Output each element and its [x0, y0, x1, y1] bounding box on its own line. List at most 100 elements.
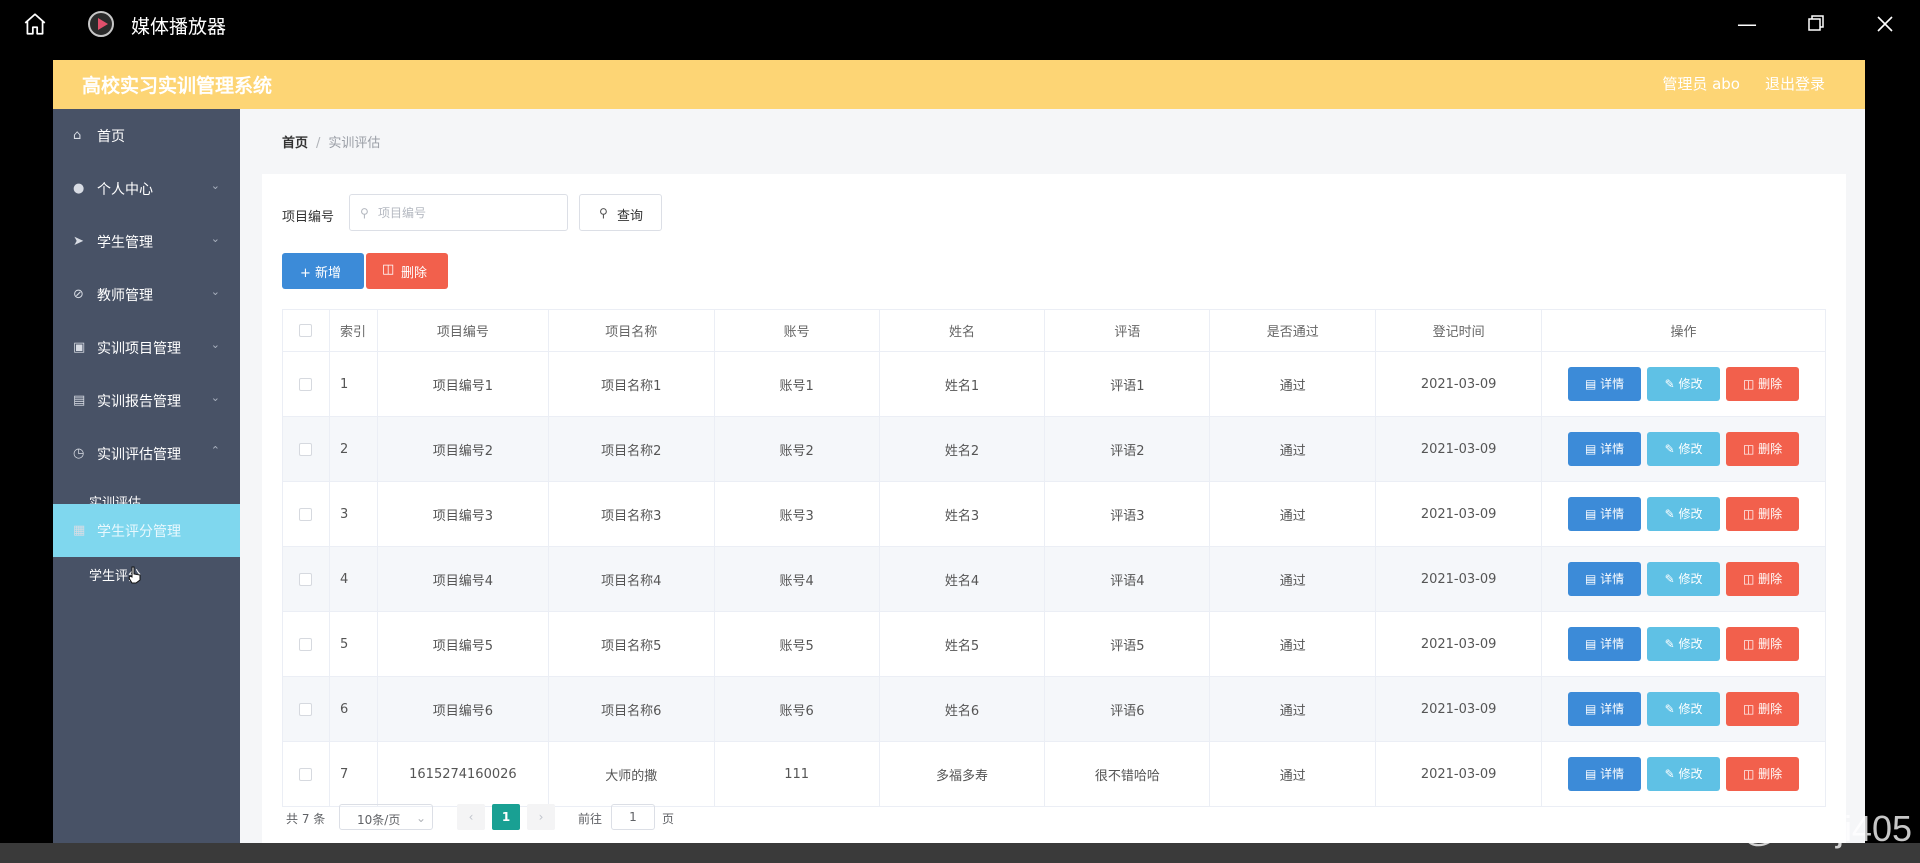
row-checkbox-cell[interactable] — [282, 741, 330, 807]
detail-button[interactable]: ▤ 详情 — [1568, 692, 1642, 726]
row-checkbox-cell[interactable] — [282, 351, 330, 417]
trash-icon: ◫ — [1742, 572, 1759, 586]
row-checkbox[interactable] — [299, 572, 313, 586]
delete-button[interactable]: ◫ 删除 — [1726, 627, 1800, 661]
cell-passed: 通过 — [1209, 351, 1377, 417]
cell-date: 2021-03-09 — [1375, 546, 1543, 612]
detail-button[interactable]: ▤ 详情 — [1568, 432, 1642, 466]
minimize-icon[interactable]: — — [1735, 12, 1759, 36]
delete-button[interactable]: ◫ 删除 — [1726, 562, 1800, 596]
restore-icon[interactable] — [1804, 12, 1828, 36]
edit-button[interactable]: ✎ 修改 — [1647, 497, 1721, 531]
detail-button[interactable]: ▤ 详情 — [1568, 757, 1642, 791]
sidebar-item-training-projects[interactable]: ▣ 实训项目管理 ⌄ — [53, 321, 240, 374]
pagination-total: 共 7 条 — [286, 812, 326, 826]
cell-project-name: 项目名称2 — [548, 416, 715, 482]
table-row: 2 项目编号2 项目名称2 账号2 姓名2 评语2 通过 2021-03-09 ▤ 详情 ✎ 修改… — [282, 416, 1826, 482]
row-checkbox-cell[interactable] — [282, 676, 330, 742]
search-icon: ⚲ — [360, 206, 369, 220]
select-all-checkbox[interactable] — [299, 324, 313, 337]
pencil-icon: ✎ — [1664, 507, 1679, 521]
cell-comment: 评语1 — [1044, 351, 1211, 417]
edit-button[interactable]: ✎ 修改 — [1647, 367, 1721, 401]
delete-button[interactable]: ◫ 删除 — [1726, 432, 1800, 466]
cell-actions: ▤ 详情 ✎ 修改 ◫ 删除 — [1541, 351, 1826, 417]
admin-username[interactable]: 管理员 abo — [1662, 73, 1740, 94]
document-icon: ▤ — [1584, 377, 1601, 391]
select-all-checkbox-cell[interactable] — [282, 309, 330, 352]
sidebar-item-home[interactable]: ⌂ 首页 — [53, 109, 240, 162]
sidebar-item-students[interactable]: ➤ 学生管理 ⌄ — [53, 215, 240, 268]
page-size-select[interactable]: 10条/页 ⌄ — [339, 804, 433, 830]
edit-button-label: 修改 — [1678, 767, 1703, 781]
row-checkbox[interactable] — [299, 637, 313, 651]
sidebar-item-personal-center[interactable]: ● 个人中心 ⌄ — [53, 162, 240, 215]
app-frame: 高校实习实训管理系统 管理员 abo 退出登录 ⌂ 首页 ● 个人中心 ⌄ ➤ … — [53, 60, 1865, 863]
sidebar-item-teachers[interactable]: ⊘ 教师管理 ⌄ — [53, 268, 240, 321]
edit-button[interactable]: ✎ 修改 — [1647, 627, 1721, 661]
delete-button[interactable]: ◫ 删除 — [1726, 367, 1800, 401]
detail-button[interactable]: ▤ 详情 — [1568, 367, 1642, 401]
table-row: 1 项目编号1 项目名称1 账号1 姓名1 评语1 通过 2021-03-09 ▤ 详情 ✎ 修改… — [282, 351, 1826, 417]
edit-button-label: 修改 — [1678, 377, 1703, 391]
add-button-label: + 新增 — [300, 266, 342, 281]
query-button[interactable]: ⚲ 查询 — [579, 194, 662, 231]
detail-button[interactable]: ▤ 详情 — [1568, 497, 1642, 531]
cell-project-no: 项目编号2 — [377, 416, 549, 482]
delete-button[interactable]: ◫ 删除 — [1726, 692, 1800, 726]
user-icon: ● — [73, 181, 85, 196]
cell-account: 账号4 — [714, 546, 880, 612]
sidebar-item-training-reports[interactable]: ▤ 实训报告管理 ⌄ — [53, 374, 240, 427]
row-checkbox[interactable] — [299, 377, 313, 391]
detail-button[interactable]: ▤ 详情 — [1568, 627, 1642, 661]
home-icon[interactable] — [22, 11, 48, 37]
edit-button-label: 修改 — [1678, 702, 1703, 716]
cell-project-no: 项目编号4 — [377, 546, 549, 612]
sidebar-item-label: 教师管理 — [97, 288, 153, 304]
edit-button[interactable]: ✎ 修改 — [1647, 432, 1721, 466]
row-checkbox[interactable] — [299, 507, 313, 521]
page-number-active[interactable]: 1 — [492, 804, 520, 830]
row-checkbox[interactable] — [299, 702, 313, 716]
cell-actions: ▤ 详情 ✎ 修改 ◫ 删除 — [1541, 416, 1826, 482]
row-checkbox-cell[interactable] — [282, 416, 330, 482]
cell-actions: ▤ 详情 ✎ 修改 ◫ 删除 — [1541, 676, 1826, 742]
main-content: 首页 / 实训评估 项目编号 ⚲ ⚲ 查询 + 新增 ◫ 删除 — [240, 109, 1865, 863]
row-checkbox-cell[interactable] — [282, 546, 330, 612]
delete-button-label: 删除 — [1758, 767, 1783, 781]
row-checkbox[interactable] — [299, 767, 313, 781]
edit-button[interactable]: ✎ 修改 — [1647, 757, 1721, 791]
detail-button-label: 详情 — [1600, 377, 1625, 391]
delete-button-label: 删除 — [1758, 377, 1783, 391]
next-page-button[interactable]: › — [527, 804, 555, 830]
prev-page-button[interactable]: ‹ — [457, 804, 485, 830]
detail-button-label: 详情 — [1600, 442, 1625, 456]
trash-icon: ◫ — [382, 262, 395, 277]
add-button[interactable]: + 新增 — [282, 253, 364, 289]
edit-button-label: 修改 — [1678, 637, 1703, 651]
batch-delete-button[interactable]: ◫ 删除 — [366, 253, 448, 289]
cell-passed: 通过 — [1209, 741, 1377, 807]
close-icon[interactable] — [1873, 12, 1897, 36]
detail-button[interactable]: ▤ 详情 — [1568, 562, 1642, 596]
sidebar-item-student-scores[interactable]: ▦ 学生评分管理 — [53, 504, 240, 557]
row-checkbox[interactable] — [299, 442, 313, 456]
edit-button[interactable]: ✎ 修改 — [1647, 562, 1721, 596]
search-input[interactable] — [378, 203, 558, 223]
cell-project-name: 大师的撒 — [548, 741, 715, 807]
header-account: 账号 — [714, 309, 880, 352]
delete-button-label: 删除 — [1758, 507, 1783, 521]
edit-button[interactable]: ✎ 修改 — [1647, 692, 1721, 726]
delete-button[interactable]: ◫ 删除 — [1726, 497, 1800, 531]
sidebar-item-training-evaluation[interactable]: ◷ 实训评估管理 ⌃ — [53, 427, 240, 480]
cell-project-name: 项目名称6 — [548, 676, 715, 742]
cell-actions: ▤ 详情 ✎ 修改 ◫ 删除 — [1541, 481, 1826, 547]
goto-page-input[interactable]: 1 — [611, 804, 655, 830]
search-field[interactable]: ⚲ — [349, 194, 568, 231]
logout-link[interactable]: 退出登录 — [1765, 73, 1825, 94]
breadcrumb-home[interactable]: 首页 — [282, 136, 308, 151]
row-checkbox-cell[interactable] — [282, 481, 330, 547]
delete-button[interactable]: ◫ 删除 — [1726, 757, 1800, 791]
row-checkbox-cell[interactable] — [282, 611, 330, 677]
document-icon: ▤ — [1584, 767, 1601, 781]
